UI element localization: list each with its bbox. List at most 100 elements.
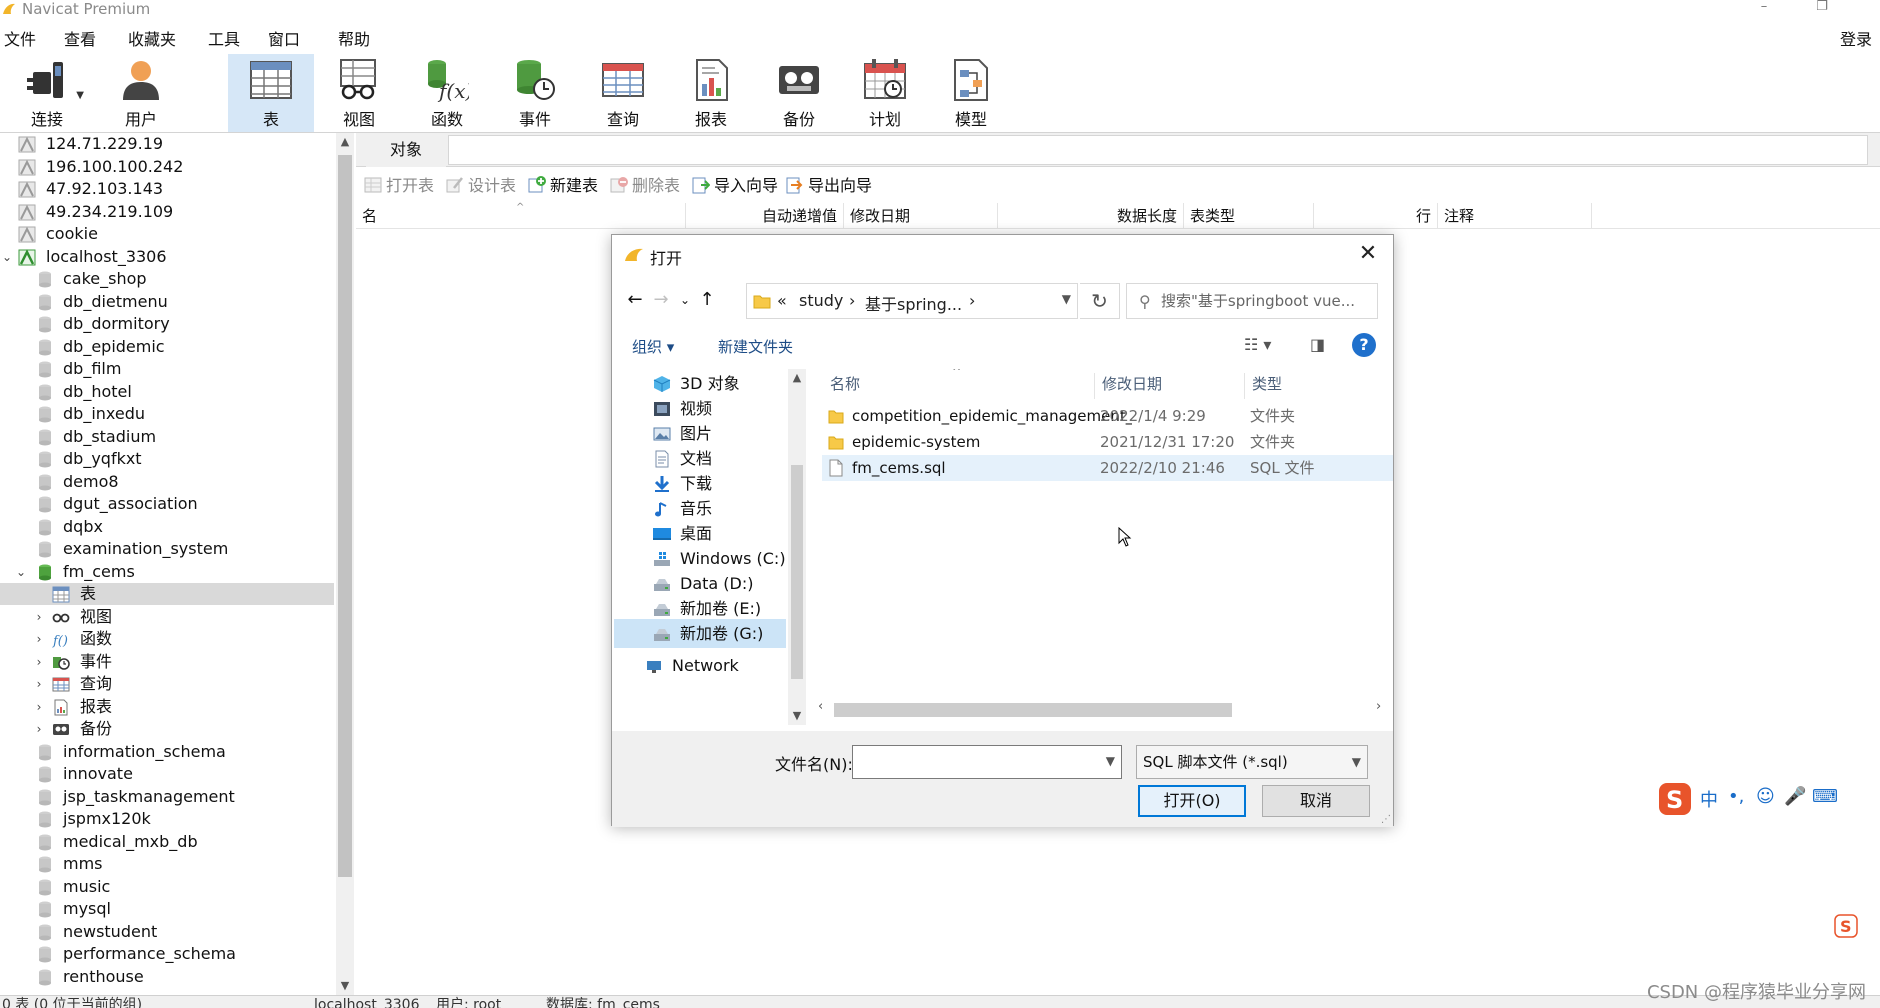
tree-item-reports[interactable]: › 报表 xyxy=(0,696,334,718)
chevron-right-icon[interactable]: › xyxy=(32,606,46,628)
preview-pane-icon[interactable]: ◨ xyxy=(1310,335,1325,354)
chevron-right-icon[interactable]: › xyxy=(32,718,46,740)
minimize-button[interactable]: – xyxy=(1754,0,1774,16)
toolbar-schedule-button[interactable]: 计划 xyxy=(842,54,928,132)
ime-chinese-mode[interactable]: 中 xyxy=(1700,786,1718,812)
tree-item-database[interactable]: cake_shop xyxy=(0,268,334,290)
menu-favorites[interactable]: 收藏夹 xyxy=(128,26,176,50)
nav-item-network[interactable]: Network xyxy=(614,651,778,680)
tree-item-database[interactable]: music xyxy=(0,876,334,898)
tree-item-database[interactable]: db_dietmenu xyxy=(0,291,334,313)
resize-grip-icon[interactable]: ⋰ xyxy=(1381,814,1391,825)
tree-item-functions[interactable]: › f() 函数 xyxy=(0,628,334,650)
toolbar-query-button[interactable]: 查询 xyxy=(580,54,666,132)
tree-item-database[interactable]: db_film xyxy=(0,358,334,380)
tree-item-connection[interactable]: 47.92.103.143 xyxy=(0,178,334,200)
tree-scrollbar-thumb[interactable] xyxy=(338,155,352,877)
help-icon[interactable]: ? xyxy=(1352,333,1376,357)
delete-table-button[interactable]: 删除表 xyxy=(610,175,680,197)
tree-item-database[interactable]: newstudent xyxy=(0,921,334,943)
navigation-scrollbar-thumb[interactable] xyxy=(791,465,803,679)
toolbar-report-button[interactable]: 报表 xyxy=(668,54,754,132)
address-overflow[interactable]: « xyxy=(777,291,787,310)
menu-file[interactable]: 文件 xyxy=(4,26,36,50)
toolbar-backup-button[interactable]: 备份 xyxy=(756,54,842,132)
new-folder-button[interactable]: 新建文件夹 xyxy=(718,336,793,357)
ime-microphone-icon[interactable]: 🎤 xyxy=(1784,786,1806,807)
ime-emoji-icon[interactable]: ☺ xyxy=(1756,786,1775,807)
chevron-right-icon[interactable]: › xyxy=(32,673,46,695)
tree-item-database-open[interactable]: ⌄ fm_cems xyxy=(0,561,334,583)
forward-arrow-icon[interactable]: → xyxy=(650,287,672,313)
tree-item-database[interactable]: db_hotel xyxy=(0,381,334,403)
horizontal-scrollbar-thumb[interactable] xyxy=(834,703,1232,717)
file-list-horizontal-scrollbar[interactable]: ‹ › xyxy=(812,699,1393,719)
column-rows[interactable]: 行 xyxy=(1314,203,1438,229)
filename-combobox[interactable]: ▼ xyxy=(852,745,1122,779)
tree-item-views[interactable]: › 视图 xyxy=(0,606,334,628)
scroll-down-icon[interactable]: ▼ xyxy=(788,709,806,722)
tree-item-database[interactable]: examination_system xyxy=(0,538,334,560)
open-button[interactable]: 打开(O) xyxy=(1138,785,1246,817)
tree-item-database[interactable]: dgut_association xyxy=(0,493,334,515)
scroll-right-icon[interactable]: › xyxy=(1376,699,1381,714)
tree-item-database[interactable]: mms xyxy=(0,853,334,875)
ime-keyboard-icon[interactable]: ⌨ xyxy=(1812,786,1838,807)
tree-item-connection[interactable]: 124.71.229.19 xyxy=(0,133,334,155)
chevron-down-icon[interactable]: ▼ xyxy=(1106,754,1115,768)
open-table-button[interactable]: 打开表 xyxy=(364,175,434,197)
ime-punctuation[interactable]: •, xyxy=(1728,786,1744,807)
chevron-right-icon[interactable]: › xyxy=(849,291,855,310)
tab-objects[interactable]: 对象 xyxy=(366,133,446,167)
login-link[interactable]: 登录 xyxy=(1840,26,1872,50)
tree-item-database[interactable]: dqbx xyxy=(0,516,334,538)
tree-item-backups[interactable]: › 备份 xyxy=(0,718,334,740)
new-table-button[interactable]: 新建表 xyxy=(528,175,598,197)
tree-item-database[interactable]: db_dormitory xyxy=(0,313,334,335)
chevron-right-icon[interactable]: › xyxy=(969,291,975,310)
tree-item-database[interactable]: db_epidemic xyxy=(0,336,334,358)
recent-dropdown-icon[interactable]: ⌄ xyxy=(674,287,696,313)
tree-item-events[interactable]: › 事件 xyxy=(0,651,334,673)
tree-item-queries[interactable]: › 查询 xyxy=(0,673,334,695)
menu-window[interactable]: 窗口 xyxy=(268,26,300,50)
file-row[interactable]: fm_cems.sql 2022/2/10 21:46 SQL 文件 xyxy=(822,455,1393,481)
toolbar-table-button[interactable]: 表 xyxy=(228,54,314,132)
column-file-name[interactable]: 名称 xyxy=(830,373,860,394)
export-wizard-button[interactable]: 导出向导 xyxy=(786,175,872,197)
column-table-type[interactable]: 表类型 xyxy=(1184,203,1314,229)
column-modified-date[interactable]: 修改日期 xyxy=(844,203,998,229)
tree-item-database[interactable]: performance_schema xyxy=(0,943,334,965)
tree-scrollbar[interactable]: ▲ ▼ xyxy=(336,133,354,995)
scroll-down-icon[interactable]: ▼ xyxy=(336,979,354,992)
menu-view[interactable]: 查看 xyxy=(64,26,96,50)
search-input[interactable] xyxy=(1161,288,1375,314)
column-name[interactable]: 名 ^ xyxy=(356,202,686,229)
address-bar[interactable]: « study › 基于spring... › ▼ xyxy=(746,283,1078,319)
chevron-right-icon[interactable]: › xyxy=(32,628,46,650)
scroll-up-icon[interactable]: ▲ xyxy=(336,135,354,148)
filename-input[interactable] xyxy=(857,750,1087,774)
tree-item-database[interactable]: db_stadium xyxy=(0,426,334,448)
column-divider[interactable] xyxy=(1244,373,1245,399)
tree-item-database[interactable]: jspmx120k xyxy=(0,808,334,830)
tree-item-database[interactable]: renthouse xyxy=(0,966,334,988)
tree-item-database[interactable]: db_yqfkxt xyxy=(0,448,334,470)
up-arrow-icon[interactable]: ↑ xyxy=(696,287,718,313)
file-type-filter[interactable]: SQL 脚本文件 (*.sql) ▼ xyxy=(1136,745,1368,779)
sogou-logo-icon[interactable]: S xyxy=(1658,782,1692,816)
refresh-button[interactable]: ↻ xyxy=(1080,283,1120,319)
chevron-down-icon[interactable]: ▼ xyxy=(1352,746,1361,778)
file-row[interactable]: competition_epidemic_management_... 2022… xyxy=(822,403,1393,429)
tree-item-database[interactable]: demo8 xyxy=(0,471,334,493)
toolbar-function-button[interactable]: f(x) 函数 xyxy=(404,54,490,132)
tree-item-database[interactable]: medical_mxb_db xyxy=(0,831,334,853)
tree-item-tables[interactable]: 表 xyxy=(0,583,334,605)
menu-help[interactable]: 帮助 xyxy=(338,26,370,50)
column-auto-increment[interactable]: 自动递增值 xyxy=(686,203,844,229)
file-row[interactable]: epidemic-system 2021/12/31 17:20 文件夹 xyxy=(822,429,1393,455)
cancel-button[interactable]: 取消 xyxy=(1262,785,1370,817)
tree-item-database[interactable]: jsp_taskmanagement xyxy=(0,786,334,808)
restore-button[interactable]: ❐ xyxy=(1812,0,1832,16)
toolbar-connection-button[interactable]: ▼ 连接 xyxy=(4,54,90,132)
